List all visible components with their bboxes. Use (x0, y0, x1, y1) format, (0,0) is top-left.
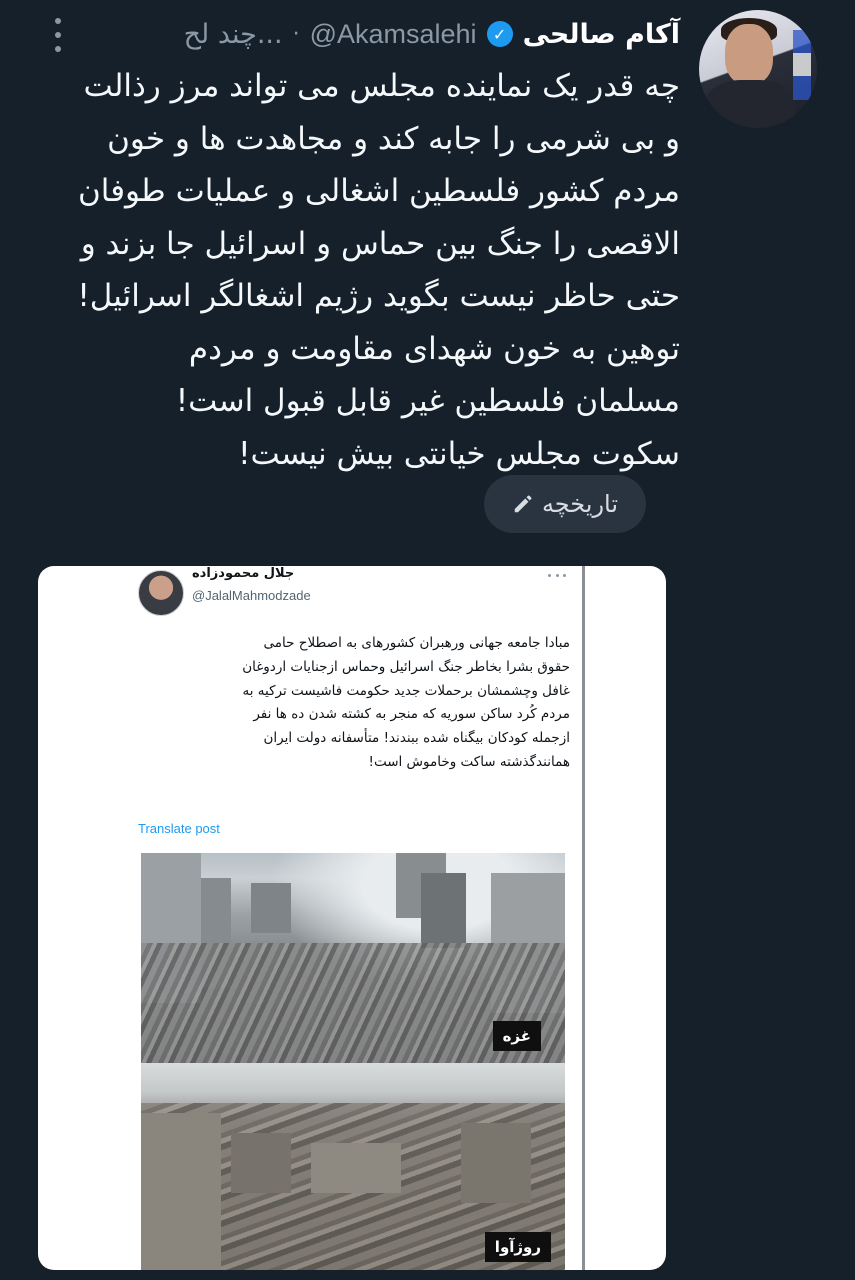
tweet-text: چه قدر یک نماینده مجلس می تواند مرز رذال… (40, 60, 680, 480)
quoted-author-avatar (138, 570, 184, 616)
tweet-header: آکام صالحی ✓ @Akamsalehi · چند لح... (184, 14, 680, 54)
tweet-text-line: چه قدر یک نماینده مجلس می تواند مرز رذال… (83, 68, 681, 104)
tweet-text-line: و بی شرمی را جابه کند و مجاهدت ها و خون (107, 120, 680, 157)
author-avatar[interactable] (699, 10, 817, 128)
tweet-text-line: الاقصی را جنگ بین حماس و اسرائیل جا بزند… (80, 225, 680, 262)
quoted-text-line: مبادا جامعه جهانی ورهبران کشورهای به اصط… (263, 635, 570, 651)
attached-image[interactable]: جلال محمودزاده @JalalMahmodzade مبادا جا… (38, 566, 666, 1270)
translate-post-link: Translate post (138, 821, 220, 836)
tweet-text-line: مردم کشور فلسطین اشغالی و عملیات طوفان (78, 173, 680, 209)
tweet-text-line: سکوت مجلس خیانتی بیش نیست! (238, 435, 680, 472)
quoted-text-line: همانندگذشته ساکت وخاموش است! (368, 753, 570, 770)
gaza-label: غزه (492, 1021, 541, 1051)
edit-history-label: تاریخچه (541, 490, 619, 518)
tweet-text-line: حتی حاظر نیست بگوید رژیم اشغالگر اسرائیل… (77, 278, 680, 314)
gaza-destruction-photo: غزه (141, 853, 565, 1063)
quoted-divider (582, 566, 585, 1270)
quoted-author-handle: @JalalMahmodzade (192, 588, 311, 603)
more-options-icon[interactable] (48, 18, 68, 52)
pencil-icon (514, 495, 532, 513)
tweet-text-line: مسلمان فلسطین غیر قابل قبول است! (175, 383, 680, 419)
quoted-text: مبادا جامعه جهانی ورهبران کشورهای به اصط… (138, 632, 570, 775)
tweet-timestamp[interactable]: چند لح... (184, 19, 283, 50)
quoted-author-name: جلال محمودزاده (192, 566, 295, 581)
rojava-destruction-photo: روژآوا (141, 1063, 565, 1270)
separator-dot: · (292, 21, 300, 47)
edit-history-button[interactable]: تاریخچه (484, 475, 646, 533)
quoted-text-line: غافل وچشمشان برحملات جدید حکومت فاشیست ت… (242, 682, 570, 699)
quoted-text-line: ازجمله کودکان بیگناه شده ببندند! متأسفان… (263, 730, 571, 747)
quoted-text-line: حقوق بشرا بخاطر جنگ اسرائیل وحماس ازجنای… (242, 658, 570, 675)
verified-badge-icon: ✓ (486, 21, 513, 47)
rojava-label: روژآوا (484, 1232, 551, 1262)
author-display-name[interactable]: آکام صالحی (523, 19, 680, 50)
quoted-text-line: مردم کُرد ساکن سوریه که منجر به کشته شدن… (253, 706, 570, 723)
author-handle[interactable]: @Akamsalehi (310, 19, 477, 50)
tweet-text-line: توهین به خون شهدای مقاومت و مردم (188, 330, 680, 367)
quoted-more-icon (548, 574, 566, 580)
tweet: آکام صالحی ✓ @Akamsalehi · چند لح... چه … (0, 0, 855, 1280)
